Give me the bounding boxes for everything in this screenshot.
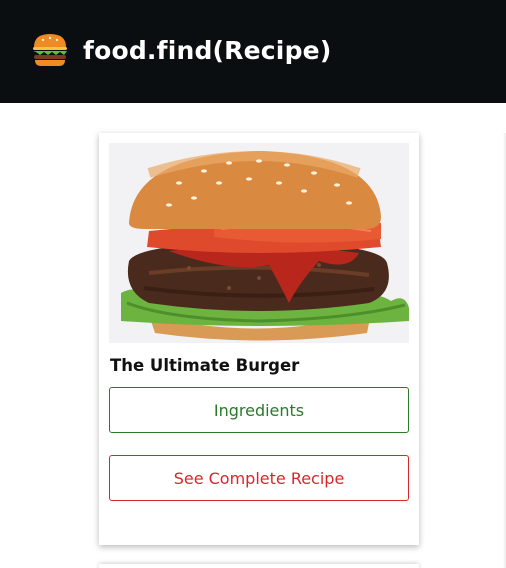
- recipe-card: The Ultimate Burger Ingredients See Comp…: [99, 133, 419, 545]
- brand-title[interactable]: food.find(Recipe): [83, 36, 331, 65]
- burger-logo-icon[interactable]: [31, 31, 69, 69]
- next-recipe-card: [99, 564, 419, 568]
- see-complete-recipe-button[interactable]: See Complete Recipe: [109, 455, 409, 501]
- recipe-title: The Ultimate Burger: [110, 356, 300, 375]
- ingredients-button[interactable]: Ingredients: [109, 387, 409, 433]
- navbar: food.find(Recipe): [0, 0, 506, 103]
- burger-photo: [109, 143, 409, 343]
